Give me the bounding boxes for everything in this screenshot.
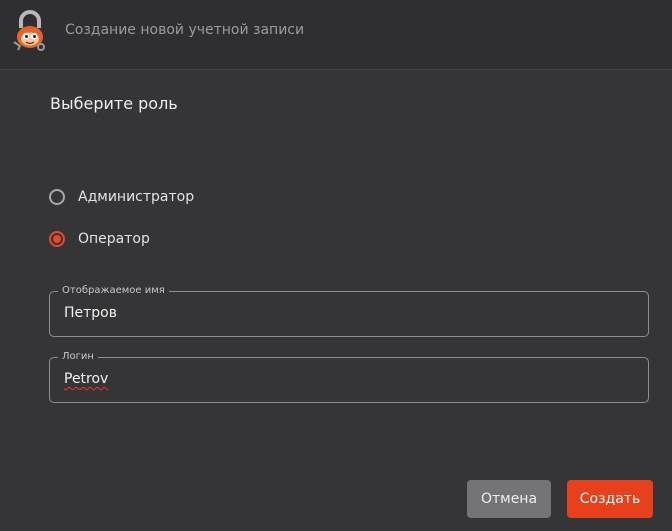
login-field[interactable]: Логин Petrov xyxy=(49,350,649,403)
role-section-title: Выберите роль xyxy=(50,94,178,113)
display-name-label: Отображаемое имя xyxy=(58,284,169,298)
login-label: Логин xyxy=(58,350,98,364)
radio-option-operator[interactable]: Оператор xyxy=(49,228,150,250)
display-name-field[interactable]: Отображаемое имя Петров xyxy=(49,284,649,337)
display-name-value[interactable]: Петров xyxy=(64,305,117,321)
radio-option-administrator[interactable]: Администратор xyxy=(49,186,194,208)
radio-checked-icon[interactable] xyxy=(49,231,65,247)
padlock-mascot-icon xyxy=(13,10,45,51)
radio-label-operator: Оператор xyxy=(78,231,150,247)
cancel-button[interactable]: Отмена xyxy=(467,480,551,518)
radio-unchecked-icon[interactable] xyxy=(49,189,65,205)
radio-label-administrator: Администратор xyxy=(78,189,195,205)
create-button[interactable]: Создать xyxy=(567,480,653,518)
dialog-header: Создание новой учетной записи xyxy=(0,0,672,70)
login-value[interactable]: Petrov xyxy=(64,371,108,387)
window-title: Создание новой учетной записи xyxy=(65,22,305,38)
